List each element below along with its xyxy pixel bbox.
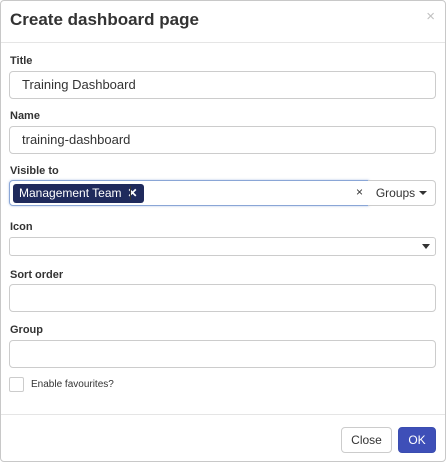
icon-label: Icon — [10, 221, 33, 233]
enable-favourites-checkbox[interactable] — [9, 377, 24, 392]
groups-button-label: Groups — [375, 186, 416, 200]
sort-order-label: Sort order — [10, 269, 64, 281]
dialog-title: Create dashboard page — [10, 10, 199, 29]
clear-icon[interactable]: × — [356, 185, 363, 199]
icon-select[interactable] — [9, 237, 436, 256]
dialog-header: Create dashboard page × — [1, 1, 445, 43]
text-cursor — [130, 186, 131, 200]
enable-favourites-label: Enable favourites? — [31, 379, 114, 390]
tag-label: Management Team — [19, 186, 122, 200]
name-label: Name — [10, 110, 40, 122]
group-input[interactable] — [9, 340, 436, 368]
tag-management-team: Management Team ✕ — [13, 184, 144, 203]
group-label: Group — [10, 324, 43, 336]
close-button[interactable]: Close — [341, 427, 392, 453]
sort-order-input[interactable] — [9, 284, 436, 312]
visible-to-tag-input[interactable]: Management Team ✕ × — [9, 180, 369, 206]
footer-divider — [1, 414, 445, 415]
title-input[interactable]: Training Dashboard — [9, 71, 436, 99]
ok-button[interactable]: OK — [398, 427, 436, 453]
visible-to-label: Visible to — [10, 165, 59, 177]
title-label: Title — [10, 55, 33, 67]
name-input[interactable]: training-dashboard — [9, 126, 436, 154]
close-icon[interactable]: × — [426, 9, 435, 24]
caret-down-icon — [419, 191, 428, 195]
create-dashboard-page-dialog: Create dashboard page × Title Training D… — [0, 0, 446, 462]
groups-dropdown-button[interactable]: Groups — [368, 180, 436, 206]
chevron-down-icon — [422, 244, 430, 249]
